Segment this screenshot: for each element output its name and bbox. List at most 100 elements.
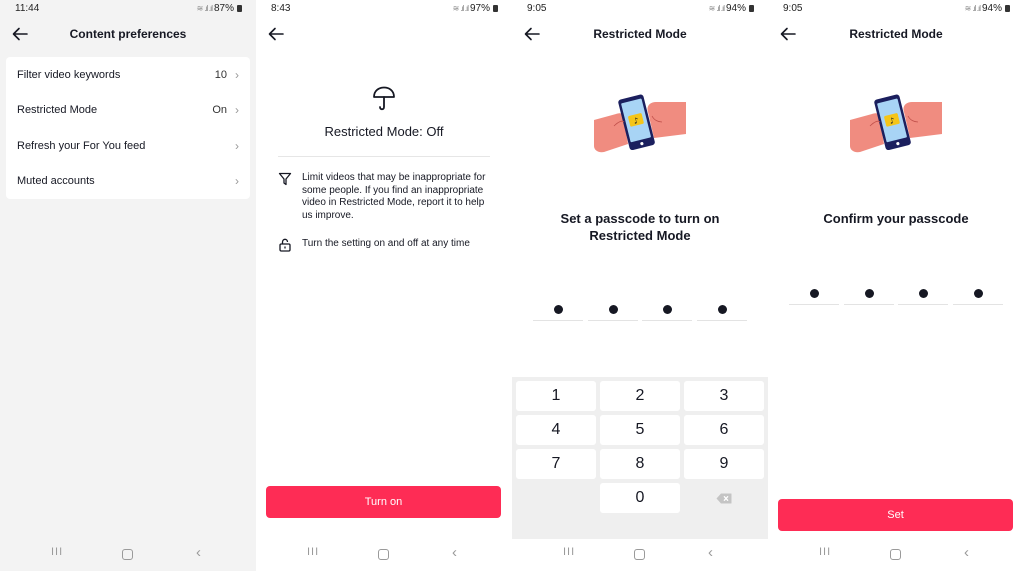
battery-percent: 94% xyxy=(981,3,1002,14)
battery-percent: 94% xyxy=(725,3,746,14)
battery-icon xyxy=(1005,5,1010,12)
list-item-muted-accounts[interactable]: Muted accounts › xyxy=(6,164,250,200)
system-back-icon[interactable]: ‹ xyxy=(708,544,713,561)
passcode-input[interactable] xyxy=(533,301,747,321)
list-item-label: Filter video keywords xyxy=(17,68,121,81)
filled-dot xyxy=(663,305,673,314)
info-text: Turn the setting on and off at any time xyxy=(302,238,470,249)
top-nav: Content preferences xyxy=(0,22,256,46)
home-icon[interactable] xyxy=(890,549,901,560)
passcode-digit xyxy=(587,301,638,321)
list-item-filter-video-keywords[interactable]: Filter video keywords 10 › xyxy=(6,57,250,93)
status-bar: 8:43 ≋ .ıl .ıl 97% xyxy=(256,0,512,18)
status-time: 9:05 xyxy=(527,3,547,14)
list-item-value: 10 xyxy=(214,68,227,81)
list-item-label: Refresh your For You feed xyxy=(17,139,146,152)
set-passcode-screen: 9:05 ≋ .ıl .ıl 94% Restricted Mode ♪ Set… xyxy=(512,0,768,571)
info-limit-videos: Limit videos that may be inappropriate f… xyxy=(278,172,496,222)
numeric-keypad: 1 2 3 4 5 6 7 8 9 0 xyxy=(512,377,768,539)
signal-icon: .ıl .ıl xyxy=(972,4,981,13)
status-time: 9:05 xyxy=(783,3,803,14)
list-item-label: Muted accounts xyxy=(17,175,95,188)
confirm-passcode-heading: Confirm your passcode xyxy=(823,211,969,226)
system-back-icon[interactable]: ‹ xyxy=(452,544,457,561)
back-arrow-icon[interactable] xyxy=(266,24,286,44)
status-bar: 11:44 ≋ .ıl .ıl 87% xyxy=(0,0,256,18)
key-5[interactable]: 5 xyxy=(600,415,680,445)
top-nav: Restricted Mode xyxy=(512,22,768,46)
page-title: Restricted Mode xyxy=(593,27,687,41)
status-time: 8:43 xyxy=(271,3,291,14)
key-2[interactable]: 2 xyxy=(600,381,680,411)
confirm-passcode-screen: 9:05 ≋ .ıl .ıl 94% Restricted Mode ♪ Con… xyxy=(768,0,1024,571)
heading-line-1: Set a passcode to turn on xyxy=(560,211,720,226)
key-empty xyxy=(516,483,596,513)
info-toggle-anytime: Turn the setting on and off at any time xyxy=(278,238,496,252)
passcode-input[interactable] xyxy=(789,285,1003,305)
chevron-right-icon: › xyxy=(235,138,239,153)
chevron-right-icon: › xyxy=(235,67,239,82)
heading-line-2: Restricted Mode xyxy=(589,228,691,243)
info-text: Limit videos that may be inappropriate f… xyxy=(302,172,486,221)
key-6[interactable]: 6 xyxy=(684,415,764,445)
umbrella-icon xyxy=(373,86,395,111)
turn-on-button[interactable]: Turn on xyxy=(266,486,501,518)
lock-icon xyxy=(279,238,291,252)
set-button[interactable]: Set xyxy=(778,499,1013,531)
system-back-icon[interactable]: ‹ xyxy=(196,544,201,561)
home-icon[interactable] xyxy=(634,549,645,560)
passcode-digit xyxy=(642,301,693,321)
battery-icon xyxy=(237,5,242,12)
passcode-digit xyxy=(696,301,747,321)
wifi-icon: ≋ xyxy=(964,4,972,13)
key-1[interactable]: 1 xyxy=(516,381,596,411)
passcode-digit xyxy=(843,285,894,305)
signal-icon: .ıl .ıl xyxy=(460,4,469,13)
divider xyxy=(278,156,490,157)
hands-holding-phone-illustration: ♪ xyxy=(850,94,942,153)
recents-icon[interactable]: III xyxy=(307,546,319,558)
restricted-mode-off-screen: 8:43 ≋ .ıl .ıl 97% Restricted Mode: Off … xyxy=(256,0,512,571)
status-time: 11:44 xyxy=(15,3,40,14)
chevron-right-icon: › xyxy=(235,103,239,118)
system-nav-bar: III ‹ xyxy=(768,544,1024,566)
key-4[interactable]: 4 xyxy=(516,415,596,445)
filled-dot xyxy=(919,289,929,298)
list-item-refresh-feed[interactable]: Refresh your For You feed › xyxy=(6,128,250,164)
home-icon[interactable] xyxy=(378,549,389,560)
top-nav xyxy=(256,22,512,46)
filled-dot xyxy=(608,305,618,314)
battery-percent: 87% xyxy=(213,3,234,14)
wifi-icon: ≋ xyxy=(196,4,204,13)
battery-icon xyxy=(749,5,754,12)
filter-icon xyxy=(278,172,292,186)
home-icon[interactable] xyxy=(122,549,133,560)
recents-icon[interactable]: III xyxy=(51,546,63,558)
status-bar: 9:05 ≋ .ıl .ıl 94% xyxy=(512,0,768,18)
status-bar: 9:05 ≋ .ıl .ıl 94% xyxy=(768,0,1024,18)
hands-holding-phone-illustration: ♪ xyxy=(594,94,686,153)
passcode-heading: Set a passcode to turn on Restricted Mod… xyxy=(512,210,768,244)
chevron-right-icon: › xyxy=(235,174,239,189)
filled-dot xyxy=(973,289,983,298)
key-3[interactable]: 3 xyxy=(684,381,764,411)
top-nav: Restricted Mode xyxy=(768,22,1024,46)
signal-icon: .ıl .ıl xyxy=(716,4,725,13)
key-7[interactable]: 7 xyxy=(516,449,596,479)
key-8[interactable]: 8 xyxy=(600,449,680,479)
filled-dot xyxy=(810,289,819,298)
page-title: Restricted Mode xyxy=(849,27,943,41)
passcode-digit xyxy=(952,285,1003,305)
key-9[interactable]: 9 xyxy=(684,449,764,479)
system-back-icon[interactable]: ‹ xyxy=(964,544,969,561)
passcode-digit xyxy=(789,285,839,305)
recents-icon[interactable]: III xyxy=(819,546,831,558)
key-0[interactable]: 0 xyxy=(600,483,680,513)
system-nav-bar: III ‹ xyxy=(512,544,768,566)
list-item-value: On xyxy=(212,104,227,117)
list-item-restricted-mode[interactable]: Restricted Mode On › xyxy=(6,93,250,129)
battery-icon xyxy=(493,5,498,12)
recents-icon[interactable]: III xyxy=(563,546,575,558)
backspace-key[interactable] xyxy=(684,483,764,513)
system-nav-bar: III ‹ xyxy=(0,544,256,566)
